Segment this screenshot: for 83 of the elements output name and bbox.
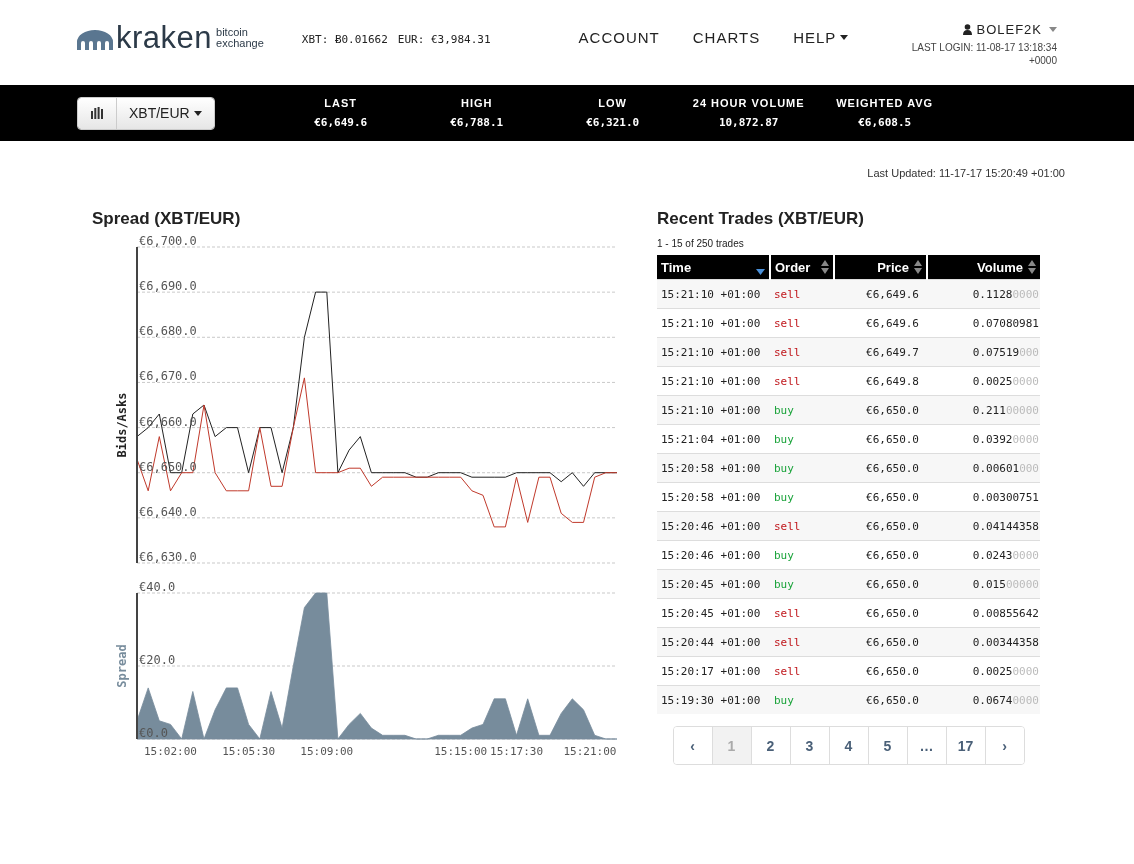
stat-label: LOW <box>598 97 627 109</box>
table-cell: 0.01500000 <box>927 569 1040 599</box>
stat-value: €6,608.5 <box>858 116 912 129</box>
table-cell: 0.06740000 <box>927 685 1040 714</box>
table-cell: €6,649.7 <box>834 337 927 367</box>
table-cell: 15:20:46 +01:00 <box>657 511 770 541</box>
user-icon <box>963 24 973 35</box>
column-header[interactable]: Time <box>657 255 770 280</box>
table-cell: €6,650.0 <box>834 627 927 657</box>
user-menu[interactable]: BOLEF2K <box>976 22 1057 37</box>
y-axis-title: Bids/Asks <box>115 392 129 458</box>
table-cell: 15:21:10 +01:00 <box>657 395 770 425</box>
column-header[interactable]: Price <box>834 255 927 280</box>
y-tick-label: €6,630.0 <box>139 550 197 564</box>
balance-text: EUR: €3,984.31 <box>397 33 491 46</box>
y-tick-label: €6,690.0 <box>139 279 197 294</box>
x-tick-label: 15:15:00 <box>434 745 488 758</box>
last-updated-text: Last Updated: 11-17-17 15:20:49 +01:00 <box>867 167 1065 179</box>
table-cell: buy <box>770 453 834 483</box>
table-cell: 0.04144358 <box>927 511 1040 541</box>
y-tick-label: €0.0 <box>139 726 168 740</box>
table-cell: 0.21100000 <box>927 395 1040 425</box>
table-cell: 15:20:58 +01:00 <box>657 453 770 483</box>
stat-value: €6,788.1 <box>450 116 504 129</box>
x-tick-label: 15:05:30 <box>222 745 276 758</box>
table-cell: €6,649.6 <box>834 279 927 309</box>
table-cell: €6,650.0 <box>834 395 927 425</box>
panel-title: Recent Trades (XBT/EUR) <box>657 209 865 229</box>
stat-label: WEIGHTED AVG <box>836 97 934 109</box>
table-cell: €6,650.0 <box>834 511 927 541</box>
column-header[interactable]: Volume <box>927 255 1040 280</box>
table-cell: 0.11280000 <box>927 279 1040 309</box>
table-cell: 15:21:10 +01:00 <box>657 279 770 309</box>
nav-link[interactable]: CHARTS <box>692 29 761 46</box>
stat-label: 24 HOUR VOLUME <box>692 97 805 109</box>
table-cell: sell <box>770 511 834 541</box>
table-cell: 0.07519000 <box>927 337 1040 367</box>
table-cell: 15:20:44 +01:00 <box>657 627 770 657</box>
table-cell: 0.00344358 <box>927 627 1040 657</box>
balance-text: XBT: Ƀ0.01662 <box>301 33 388 46</box>
column-header[interactable]: Order <box>770 255 834 280</box>
table-cell: sell <box>770 279 834 309</box>
table-cell: 15:21:10 +01:00 <box>657 337 770 367</box>
logo-tagline: bitcoin <box>216 27 249 38</box>
table-cell: buy <box>770 685 834 714</box>
logo-tagline: exchange <box>216 38 264 49</box>
y-tick-label: €20.0 <box>139 653 176 667</box>
nav-link[interactable]: HELP <box>793 29 849 46</box>
bar-chart-icon <box>91 107 103 119</box>
chart-type-button[interactable] <box>78 97 117 129</box>
table-cell: 0.00601000 <box>927 453 1040 483</box>
table-cell: €6,650.0 <box>834 569 927 599</box>
panel-title: Spread (XBT/EUR) <box>92 209 242 229</box>
x-tick-label: 15:09:00 <box>300 745 354 758</box>
y-tick-label: €6,640.0 <box>139 504 197 519</box>
last-login-text: LAST LOGIN: 11-08-17 13:18:34 +0000 <box>910 41 1057 67</box>
nav-link[interactable]: ACCOUNT <box>578 29 660 46</box>
stat-value: 10,872.87 <box>718 116 779 129</box>
table-cell: sell <box>770 337 834 367</box>
trade-count: 1 - 15 of 250 trades <box>657 238 745 249</box>
stat-value: €6,649.6 <box>314 116 368 129</box>
stat-value: €6,321.0 <box>586 116 640 129</box>
page-button[interactable]: › <box>984 727 1024 764</box>
x-tick-label: 15:02:00 <box>144 745 197 758</box>
stat-label: HIGH <box>460 97 493 109</box>
y-tick-label: €6,700.0 <box>139 234 197 248</box>
x-tick-label: 15:17:30 <box>490 745 544 758</box>
y-tick-label: €6,680.0 <box>139 324 197 339</box>
y-tick-label: €40.0 <box>139 580 176 594</box>
stat-label: LAST <box>324 97 358 109</box>
table-cell: €6,650.0 <box>834 685 927 714</box>
x-tick-label: 15:21:00 <box>563 745 617 758</box>
y-tick-label: €6,670.0 <box>139 369 197 384</box>
table-cell: buy <box>770 395 834 425</box>
logo-wordmark: kraken <box>116 24 213 52</box>
table-cell: €6,650.0 <box>834 453 927 483</box>
table-cell: buy <box>770 569 834 599</box>
kraken-logo-icon <box>77 30 113 50</box>
y-axis-title: Spread <box>115 644 129 688</box>
table-cell: 15:19:30 +01:00 <box>657 685 770 714</box>
table-cell: sell <box>770 627 834 657</box>
pair-dropdown[interactable]: XBT/EUR <box>117 97 214 129</box>
table-cell: 15:20:45 +01:00 <box>657 569 770 599</box>
